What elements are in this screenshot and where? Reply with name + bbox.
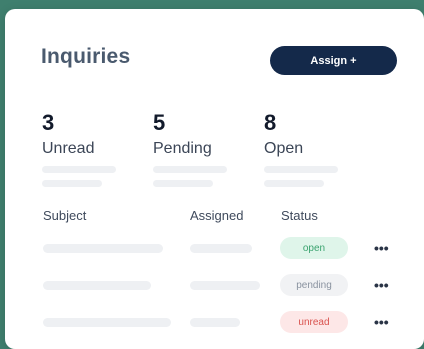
assign-button[interactable]: Assign + — [270, 46, 397, 75]
inquiries-card: Inquiries Assign + 3 Unread 5 Pending 8 … — [5, 9, 424, 349]
assigned-placeholder — [190, 318, 240, 327]
stat-value: 8 — [264, 110, 277, 135]
placeholder-line — [42, 180, 102, 187]
column-header-assigned[interactable]: Assigned — [190, 208, 243, 223]
page-title: Inquiries — [41, 45, 131, 68]
more-icon[interactable]: ••• — [374, 278, 389, 292]
placeholder-line — [153, 166, 227, 173]
stat-label: Unread — [42, 140, 95, 157]
assigned-placeholder — [190, 281, 260, 290]
stat-value: 5 — [153, 110, 166, 135]
column-header-status[interactable]: Status — [281, 208, 318, 223]
table-row[interactable]: open ••• — [5, 237, 424, 261]
stat-pending: 5 Pending — [153, 112, 227, 187]
status-badge: unread — [280, 311, 348, 333]
assigned-placeholder — [190, 244, 252, 253]
subject-placeholder — [43, 281, 151, 290]
more-icon[interactable]: ••• — [374, 241, 389, 255]
stat-label: Pending — [153, 140, 212, 157]
subject-placeholder — [43, 244, 163, 253]
stat-unread: 3 Unread — [42, 112, 116, 187]
placeholder-line — [264, 166, 338, 173]
stat-open: 8 Open — [264, 112, 338, 187]
status-badge: open — [280, 237, 348, 259]
table-row[interactable]: unread ••• — [5, 311, 424, 335]
placeholder-line — [264, 180, 324, 187]
status-badge: pending — [280, 274, 348, 296]
subject-placeholder — [43, 318, 171, 327]
placeholder-line — [153, 180, 213, 187]
more-icon[interactable]: ••• — [374, 315, 389, 329]
stat-label: Open — [264, 140, 304, 157]
stat-value: 3 — [42, 110, 55, 135]
table-row[interactable]: pending ••• — [5, 274, 424, 298]
column-header-subject[interactable]: Subject — [43, 208, 86, 223]
placeholder-line — [42, 166, 116, 173]
